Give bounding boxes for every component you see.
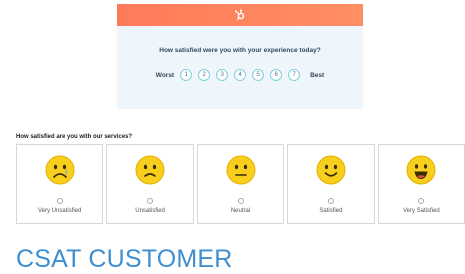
rating-scale: Worst 1 2 3 4 5 6 7 Best xyxy=(117,69,363,81)
radio-neutral[interactable] xyxy=(237,198,244,204)
rating-button-1[interactable]: 1 xyxy=(180,69,193,81)
smiling-face-icon xyxy=(316,155,346,190)
radio-satisfied[interactable] xyxy=(327,198,334,204)
scale-high-label: Best xyxy=(310,71,325,79)
option-very-satisfied[interactable]: Very Satisfied xyxy=(377,144,465,224)
survey-card: How satisfied were you with your experie… xyxy=(117,4,363,109)
option-neutral[interactable]: Neutral xyxy=(196,144,285,224)
grinning-face-icon xyxy=(406,155,436,190)
rating-button-5[interactable]: 5 xyxy=(252,69,265,81)
rating-button-6[interactable]: 6 xyxy=(270,69,283,81)
option-label: Very Unsatisfied xyxy=(38,208,82,214)
option-label: Very Satisfied xyxy=(402,208,440,214)
services-question: How satisfied are you with our services? xyxy=(16,134,133,140)
rating-button-4[interactable]: 4 xyxy=(234,69,247,81)
radio-unsatisfied[interactable] xyxy=(147,198,154,204)
hubspot-sprocket-icon xyxy=(234,9,246,21)
rating-button-3[interactable]: 3 xyxy=(216,69,229,81)
neutral-face-icon xyxy=(226,155,256,190)
satisfaction-options: Very Unsatisfied Unsatisfied Neutral Sat… xyxy=(16,144,465,224)
option-satisfied[interactable]: Satisfied xyxy=(287,144,375,224)
option-label: Unsatisfied xyxy=(135,208,165,214)
scale-low-label: Worst xyxy=(155,71,175,79)
option-label: Neutral xyxy=(230,208,251,214)
crying-face-icon xyxy=(45,155,75,190)
survey-card-header xyxy=(117,4,363,26)
caption-title: CSAT CUSTOMER xyxy=(16,245,233,273)
rating-button-7[interactable]: 7 xyxy=(288,69,301,81)
rating-button-2[interactable]: 2 xyxy=(198,69,211,81)
option-label: Satisfied xyxy=(319,208,343,214)
frowning-face-icon xyxy=(135,155,165,190)
option-unsatisfied[interactable]: Unsatisfied xyxy=(106,144,194,224)
radio-very-unsatisfied[interactable] xyxy=(56,198,63,204)
option-very-unsatisfied[interactable]: Very Unsatisfied xyxy=(16,144,104,224)
survey-question: How satisfied were you with your experie… xyxy=(159,47,321,54)
radio-very-satisfied[interactable] xyxy=(418,198,425,204)
